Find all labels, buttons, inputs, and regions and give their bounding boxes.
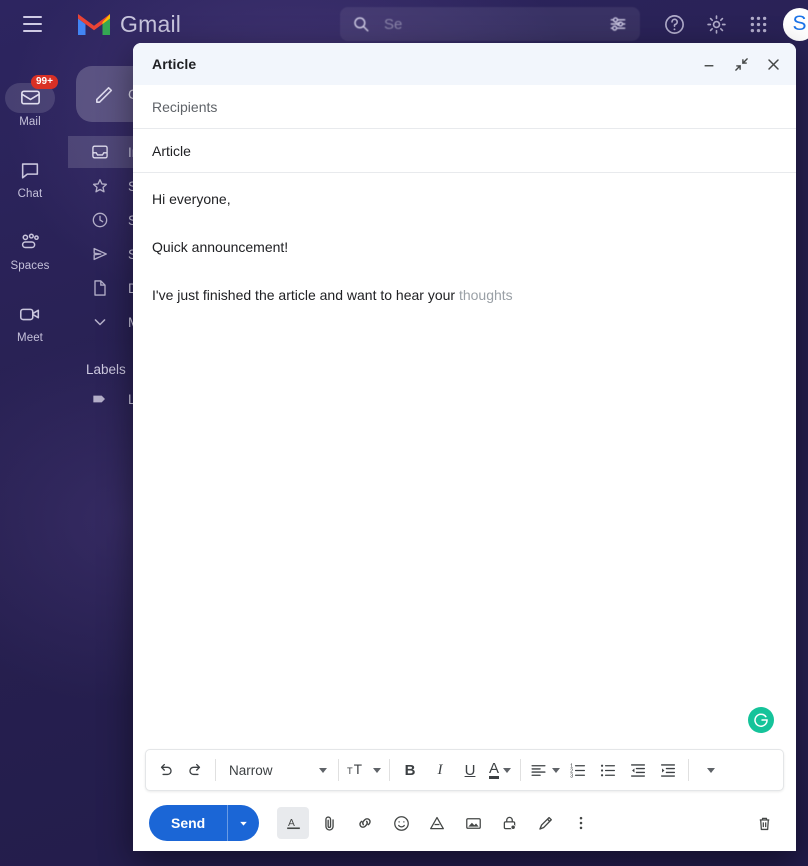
minimize-icon[interactable] — [700, 55, 718, 73]
gear-icon[interactable] — [699, 7, 733, 41]
text-format-a-icon[interactable]: A — [277, 807, 310, 839]
italic-button[interactable]: I — [425, 754, 455, 786]
more-vertical-dots-icon[interactable] — [565, 807, 597, 839]
toolbar-divider — [389, 759, 390, 781]
close-icon[interactable] — [764, 55, 782, 73]
chevron-down-icon — [373, 767, 381, 773]
google-drive-icon[interactable] — [421, 807, 453, 839]
sidebar-item-spaces[interactable]: Spaces — [0, 214, 60, 284]
chat-bubble-icon — [5, 155, 55, 185]
bold-button[interactable]: B — [395, 754, 425, 786]
recipients-field[interactable]: Recipients — [133, 85, 796, 129]
formatting-toolbar: Narrow T T B I U A 1 2 3 — [145, 749, 784, 791]
hamburger-menu-icon[interactable] — [8, 0, 56, 48]
emoji-smiley-icon[interactable] — [385, 807, 417, 839]
sidebar-item-label: Spaces — [10, 259, 50, 272]
star-icon — [92, 179, 108, 193]
gmail-wordmark: Gmail — [120, 10, 182, 37]
svg-text:T: T — [347, 766, 353, 776]
align-button[interactable] — [526, 754, 563, 786]
text-color-button[interactable]: A — [485, 754, 515, 786]
draft-document-icon — [94, 280, 106, 296]
search-icon — [354, 17, 369, 32]
recipients-placeholder: Recipients — [152, 98, 218, 115]
chevron-down-icon — [552, 767, 560, 773]
spaces-people-icon — [5, 227, 55, 257]
sidebar-item-label: Meet — [17, 331, 43, 344]
bulleted-list-button[interactable] — [593, 754, 623, 786]
redo-icon[interactable] — [180, 754, 210, 786]
clock-icon — [92, 212, 108, 228]
svg-text:A: A — [288, 817, 295, 828]
sidebar-item-mail[interactable]: 99+ Mail — [0, 70, 60, 140]
compose-action-bar: Send A — [133, 795, 796, 851]
svg-text:T: T — [354, 762, 362, 777]
toolbar-more-button[interactable] — [694, 754, 724, 786]
insert-photo-icon[interactable] — [457, 807, 489, 839]
body-line-1: Hi everyone, — [152, 191, 231, 207]
app-rail: 99+ Mail Chat Spaces Meet — [0, 48, 60, 866]
label-tag-icon — [93, 395, 105, 403]
chevron-down-icon — [707, 767, 715, 773]
font-family-select[interactable]: Narrow — [221, 755, 333, 785]
subject-value: Article — [152, 142, 191, 159]
grammarly-icon[interactable] — [748, 707, 774, 733]
compose-window-controls — [700, 55, 782, 73]
undo-icon[interactable] — [150, 754, 180, 786]
signature-pen-icon[interactable] — [529, 807, 561, 839]
toolbar-divider — [215, 759, 216, 781]
mail-unread-badge: 99+ — [31, 74, 58, 89]
gmail-m-logo — [78, 14, 110, 35]
compose-window: Article Recipients Article Hi everyone, … — [133, 43, 796, 851]
toolbar-divider — [688, 759, 689, 781]
chevron-down-icon[interactable] — [601, 7, 635, 41]
confidential-lock-clock-icon[interactable] — [493, 807, 525, 839]
trash-delete-icon[interactable] — [748, 807, 780, 839]
toolbar-divider — [520, 759, 521, 781]
svg-text:3: 3 — [570, 773, 573, 779]
insert-link-icon[interactable] — [349, 807, 381, 839]
search-input[interactable]: Se — [340, 7, 640, 41]
search-placeholder-text: Se — [384, 15, 403, 33]
meet-camera-icon — [5, 299, 55, 329]
text-color-letter: A — [488, 760, 499, 780]
avatar[interactable]: S — [783, 7, 808, 41]
top-app-bar: Gmail Se S — [0, 0, 808, 48]
body-line-2: Quick announcement! — [152, 239, 289, 255]
mail-inbox-icon: 99+ — [5, 74, 58, 113]
indent-decrease-button[interactable] — [623, 754, 653, 786]
chevron-down-icon — [94, 319, 106, 326]
sidebar-item-label: Chat — [17, 187, 43, 200]
compose-window-header[interactable]: Article — [133, 43, 796, 85]
numbered-list-button[interactable]: 1 2 3 — [563, 754, 593, 786]
indent-increase-button[interactable] — [653, 754, 683, 786]
send-button-group: Send — [149, 805, 260, 841]
message-body-editor[interactable]: Hi everyone, Quick announcement! I've ju… — [133, 173, 796, 749]
inbox-icon — [92, 145, 108, 159]
font-family-value: Narrow — [229, 762, 273, 778]
gmail-logo[interactable]: Gmail — [77, 11, 181, 38]
chevron-down-icon — [319, 767, 327, 773]
paperclip-icon[interactable] — [313, 807, 345, 839]
help-circle-icon[interactable] — [657, 7, 691, 41]
sidebar-item-label: Mail — [19, 115, 41, 128]
body-line-3: I've just finished the article and want … — [152, 285, 777, 306]
compose-title: Article — [152, 56, 197, 72]
apps-grid-icon[interactable] — [741, 7, 775, 41]
pencil-compose-icon — [96, 86, 113, 103]
body-typed-text: I've just finished the article and want … — [152, 287, 459, 303]
sidebar-item-meet[interactable]: Meet — [0, 286, 60, 356]
send-button[interactable]: Send — [149, 805, 227, 841]
font-size-select[interactable]: T T — [344, 754, 384, 786]
send-paperplane-icon — [93, 247, 107, 261]
chevron-down-icon — [503, 767, 511, 773]
subject-field[interactable]: Article — [133, 129, 796, 173]
smart-compose-suggestion: thoughts — [458, 287, 513, 303]
top-bar-actions: S — [601, 0, 808, 48]
underline-button[interactable]: U — [455, 754, 485, 786]
toolbar-divider — [338, 759, 339, 781]
exit-full-screen-icon[interactable] — [732, 55, 750, 73]
sidebar-item-chat[interactable]: Chat — [0, 142, 60, 212]
send-options-button[interactable] — [227, 805, 259, 841]
